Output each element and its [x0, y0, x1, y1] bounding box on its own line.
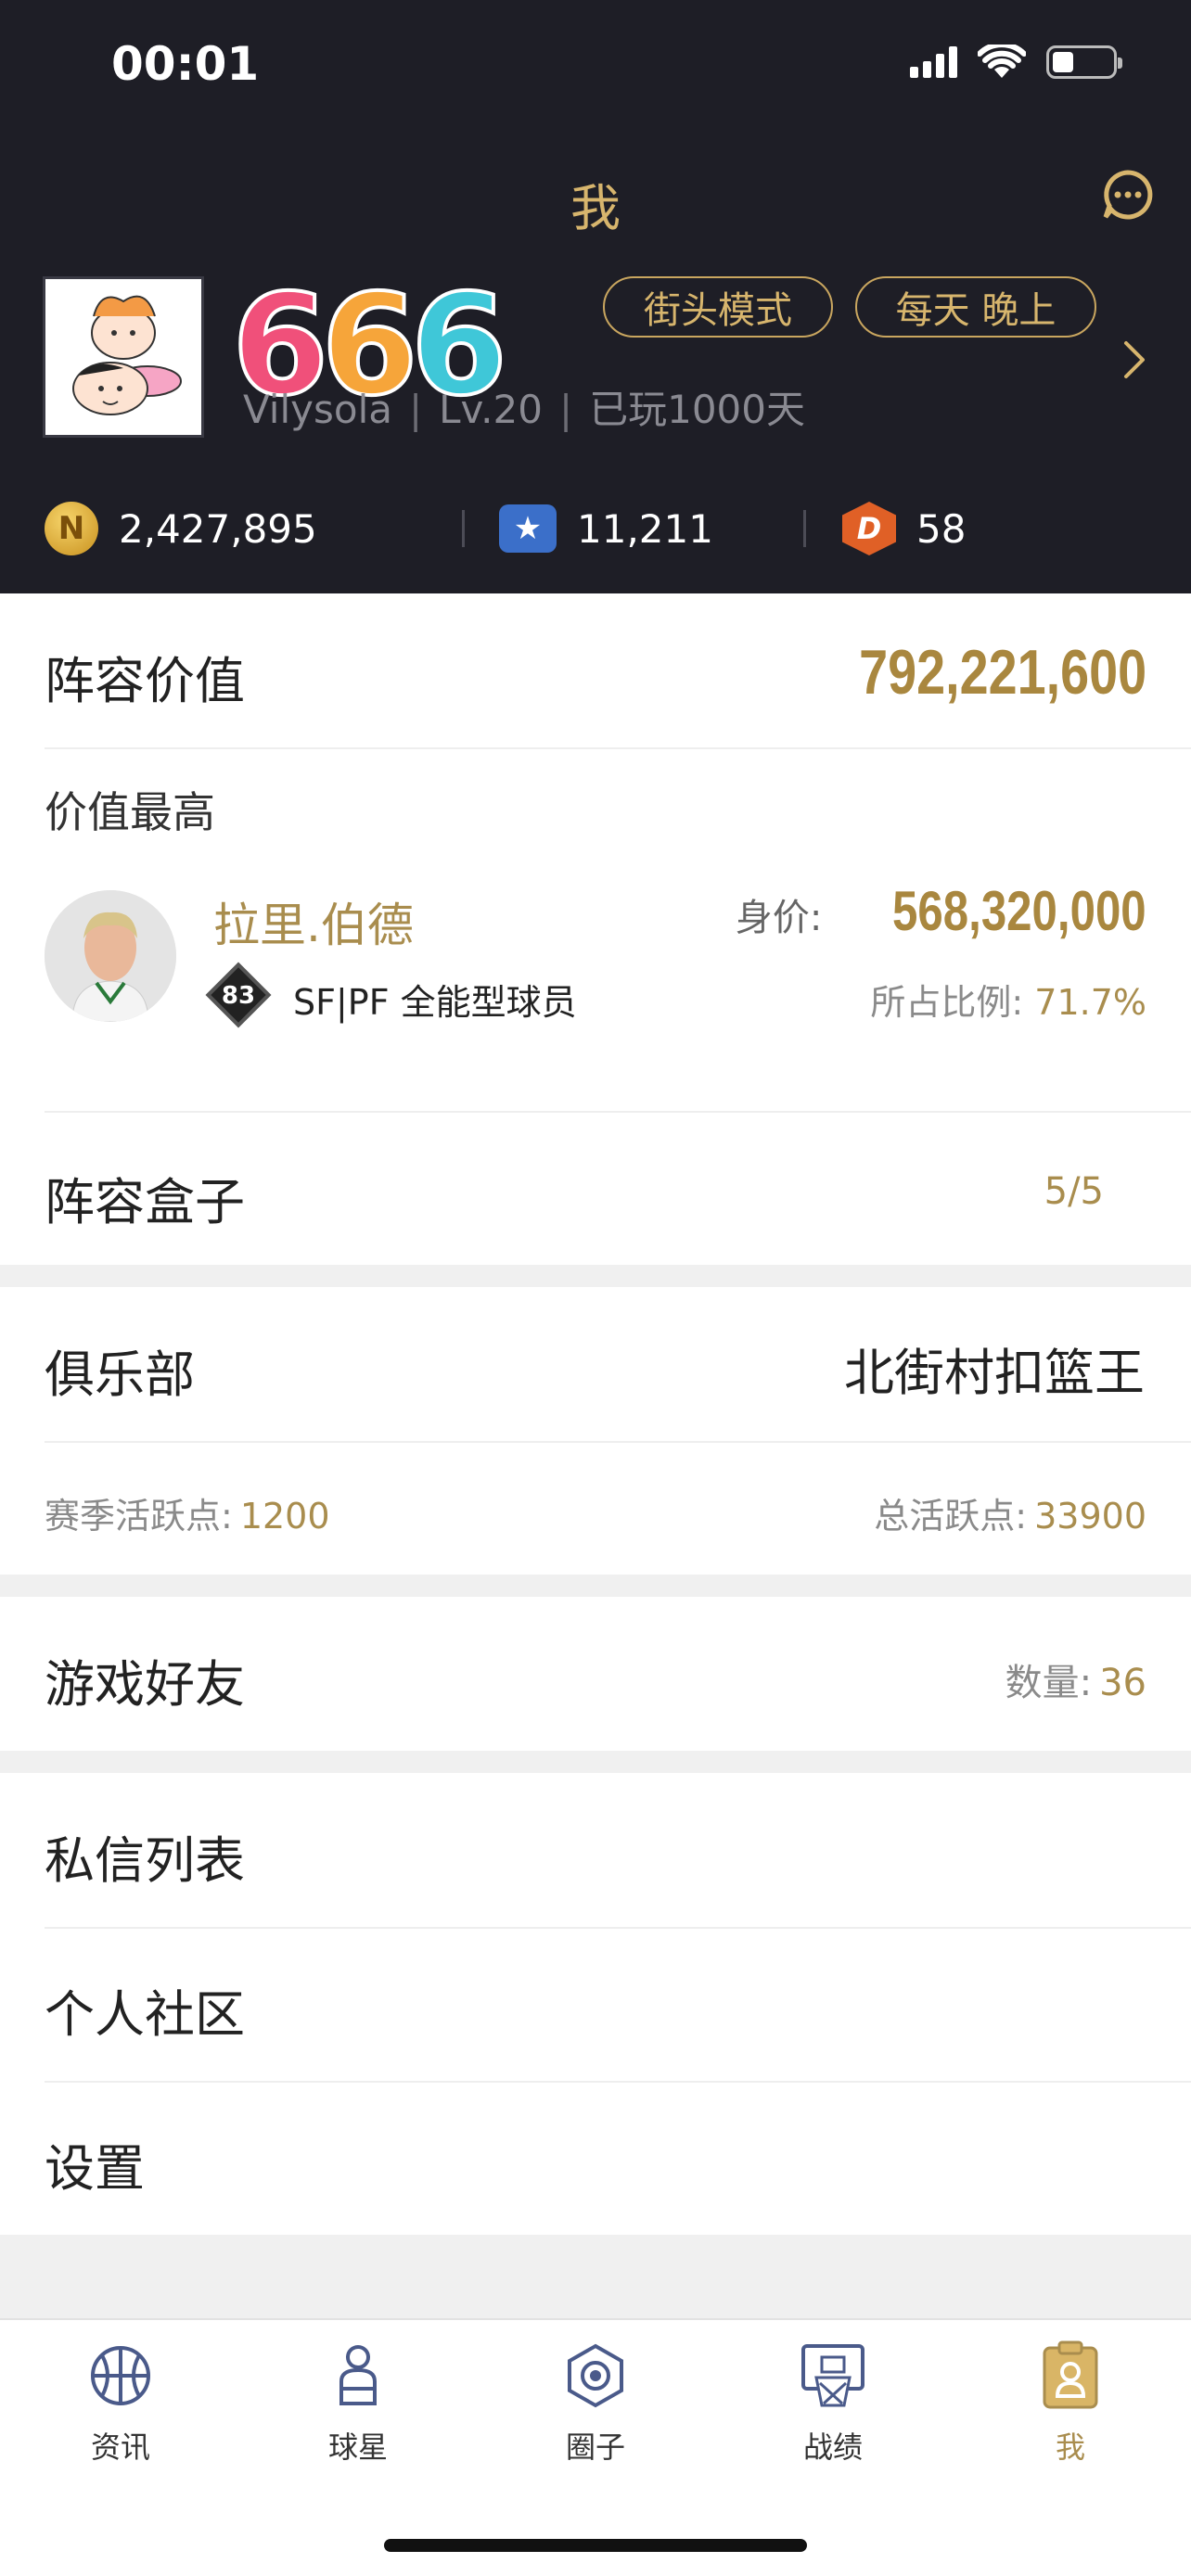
cartoon-avatar-image — [45, 279, 201, 435]
player-rating: 83 — [221, 982, 256, 1010]
menu-messages[interactable]: 私信列表 — [45, 1819, 245, 1893]
gold-coin-icon: N — [45, 502, 98, 555]
divider — [45, 1441, 1191, 1443]
bottom-tab-bar: 资讯 球星 圈子 战绩 我 — [0, 2318, 1191, 2576]
player-photo-image — [45, 890, 176, 1022]
price-label: 身价: — [735, 897, 823, 939]
lineup-box-count: 5/5 — [1044, 1170, 1104, 1213]
chat-bubble-icon[interactable] — [1100, 167, 1156, 223]
price-value: 568,320,000 — [892, 880, 1146, 942]
battery-icon — [1046, 45, 1122, 79]
club-card[interactable]: 俱乐部 北街村扣篮王 赛季活跃点: 1200 总活跃点: 33900 — [0, 1287, 1191, 1575]
top-value-heading: 价值最高 — [45, 787, 215, 837]
d-point-balance: D 58 — [842, 491, 966, 566]
home-indicator[interactable] — [384, 2539, 807, 2552]
player-position: SF|PF 全能型球员 — [293, 982, 577, 1023]
username: Vilysola — [243, 387, 392, 432]
profile-header: 00:01 我 666 街头模式 每天 晚上 Vilysola | Lv.20 … — [0, 0, 1191, 593]
status-bar: 00:01 — [0, 0, 1191, 139]
status-time: 00:01 — [111, 37, 260, 91]
friends-label: 游戏好友 — [45, 1655, 245, 1714]
tag-street-mode[interactable]: 街头模式 — [603, 276, 833, 338]
player-price: 身价: 568,320,000 — [736, 879, 1146, 943]
menu-card: 私信列表 个人社区 设置 — [0, 1773, 1191, 2235]
lineup-total-value: 792,221,600 — [858, 637, 1146, 708]
avatar[interactable] — [43, 276, 204, 438]
tab-records[interactable]: 战绩 — [749, 2340, 916, 2467]
divider — [45, 1927, 1191, 1929]
divider — [803, 510, 806, 547]
gold-coin-balance: N 2,427,895 — [45, 491, 317, 566]
tab-players[interactable]: 球星 — [275, 2340, 442, 2467]
club-label: 俱乐部 — [45, 1345, 195, 1404]
star-balance: ★ 11,211 — [499, 491, 713, 566]
wifi-icon — [978, 45, 1026, 78]
d-badge-icon: D — [842, 502, 896, 555]
lineup-value-label: 阵容价值 — [45, 652, 245, 710]
blue-star-icon: ★ — [499, 504, 557, 553]
status-icons — [910, 45, 1122, 80]
page-title: 我 — [570, 179, 621, 237]
circle-icon — [568, 2343, 623, 2408]
divider — [462, 510, 465, 547]
player-ratio: 所占比例: 71.7% — [870, 974, 1146, 1025]
currency-row: N 2,427,895 ★ 11,211 D 58 — [0, 491, 1191, 566]
cellular-signal-icon — [910, 46, 957, 78]
season-activity: 赛季活跃点: 1200 — [45, 1496, 330, 1537]
user-level: Lv.20 — [439, 387, 543, 432]
friends-count: 数量: 36 — [1005, 1662, 1146, 1704]
lineup-box-label[interactable]: 阵容盒子 — [45, 1161, 245, 1234]
tab-me[interactable]: 我 — [987, 2340, 1154, 2467]
ratio-value: 71.7% — [1034, 982, 1146, 1023]
hoop-icon — [801, 2344, 864, 2407]
basketball-icon — [91, 2346, 150, 2405]
played-days: 已玩1000天 — [589, 387, 805, 432]
player-icon — [339, 2345, 377, 2405]
divider — [45, 2081, 1191, 2083]
divider — [45, 1111, 1191, 1113]
tab-news[interactable]: 资讯 — [37, 2340, 204, 2467]
menu-community[interactable]: 个人社区 — [45, 1973, 245, 2047]
user-info-line: Vilysola | Lv.20 | 已玩1000天 — [243, 387, 805, 432]
player-avatar[interactable] — [45, 890, 176, 1022]
total-activity: 总活跃点: 33900 — [874, 1496, 1146, 1537]
player-name[interactable]: 拉里.伯德 — [213, 888, 414, 955]
profile-card-icon — [1043, 2340, 1098, 2409]
club-name: 北街村扣篮王 — [844, 1344, 1145, 1402]
friends-card[interactable]: 游戏好友 数量: 36 — [0, 1597, 1191, 1751]
tag-play-time[interactable]: 每天 晚上 — [855, 276, 1096, 338]
divider — [45, 747, 1191, 749]
tab-circles[interactable]: 圈子 — [512, 2340, 679, 2467]
ratio-label: 所占比例: — [870, 982, 1024, 1023]
menu-settings[interactable]: 设置 — [45, 2127, 145, 2200]
chevron-right-icon[interactable] — [1121, 339, 1148, 380]
